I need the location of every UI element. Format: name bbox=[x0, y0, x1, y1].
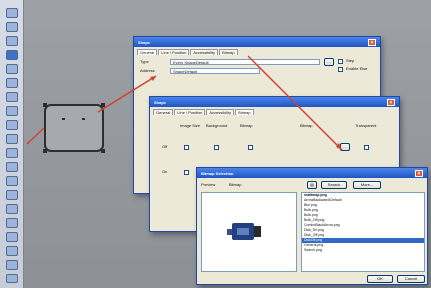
resize-handle[interactable] bbox=[43, 149, 47, 153]
align-tool-icon[interactable] bbox=[6, 232, 18, 242]
search-button[interactable]: Search bbox=[321, 181, 347, 189]
zoom-tool-icon[interactable] bbox=[6, 274, 18, 283]
slider-tool-icon[interactable] bbox=[6, 176, 18, 186]
column-header: Background bbox=[206, 123, 228, 128]
image-tool-icon[interactable] bbox=[6, 120, 18, 130]
folder-icon[interactable]: ▤ bbox=[307, 181, 317, 189]
dialog-titlebar[interactable]: Bitmap Selection × bbox=[197, 168, 427, 178]
column-header: Transparent bbox=[355, 123, 377, 128]
dialog-titlebar[interactable]: Shape × bbox=[134, 37, 380, 47]
tab-line-position[interactable]: Line / Position bbox=[174, 109, 206, 115]
step-label: Step bbox=[346, 58, 355, 63]
list-tool-icon[interactable] bbox=[6, 204, 18, 214]
button-tool-icon[interactable] bbox=[6, 106, 18, 116]
bitmap-selection-dialog: Bitmap Selection × Preview Bitmap ▤ Sear… bbox=[196, 167, 428, 285]
more-button[interactable]: More... bbox=[353, 181, 381, 189]
resize-handle[interactable] bbox=[101, 149, 105, 153]
resize-handle[interactable] bbox=[43, 103, 47, 107]
selected-shape[interactable] bbox=[43, 103, 105, 153]
step-checkbox[interactable] bbox=[338, 59, 343, 64]
close-icon[interactable]: × bbox=[368, 38, 376, 46]
cancel-button[interactable]: Cancel bbox=[397, 275, 425, 283]
address-label: Address bbox=[140, 68, 155, 73]
image-size-off-checkbox[interactable] bbox=[184, 145, 189, 150]
resize-handle[interactable] bbox=[101, 103, 105, 107]
type-field[interactable]: Every ShapeDefault bbox=[170, 59, 320, 65]
enable-checkbox[interactable] bbox=[338, 67, 343, 72]
bitmap-file-list[interactable]: ssbitmap.png ArrowBackward4Default Bkn.p… bbox=[301, 192, 425, 272]
group-tool-icon[interactable] bbox=[6, 218, 18, 228]
list-item[interactable]: Search.png bbox=[302, 248, 424, 253]
dialog-title: Shape bbox=[138, 39, 151, 45]
table-tool-icon[interactable] bbox=[6, 162, 18, 172]
preview-pane bbox=[201, 192, 297, 272]
tab-general[interactable]: General bbox=[137, 49, 158, 55]
preview-label: Preview bbox=[201, 182, 216, 187]
column-header: Image Size bbox=[180, 123, 201, 128]
tab-strip: General Line / Position Accessibility Bi… bbox=[150, 107, 399, 115]
row-label-off: Off bbox=[162, 144, 168, 149]
bitmap-off-checkbox[interactable] bbox=[248, 145, 253, 150]
tab-bitmap[interactable]: Bitmap bbox=[235, 109, 254, 115]
shape-mark bbox=[62, 118, 65, 120]
column-header: Bitmap bbox=[240, 123, 253, 128]
row-label-on: On bbox=[162, 169, 168, 174]
tab-accessibility[interactable]: Accessibility bbox=[206, 109, 235, 115]
enable-label: Enable Else bbox=[346, 66, 368, 71]
dialog-title: Bitmap Selection bbox=[201, 170, 234, 176]
line-tool-icon[interactable] bbox=[6, 78, 18, 88]
browse-button[interactable]: … bbox=[324, 58, 334, 66]
bitmap-off-browse-button[interactable]: … bbox=[340, 143, 350, 151]
image-size-on-checkbox[interactable] bbox=[184, 170, 189, 175]
shape-mark bbox=[82, 118, 85, 120]
close-icon[interactable]: × bbox=[387, 98, 395, 106]
tab-general[interactable]: General bbox=[153, 109, 174, 115]
close-icon[interactable]: × bbox=[415, 169, 423, 177]
column-header: Bitmap bbox=[300, 123, 313, 128]
tab-strip: General Line / Position Accessibility Bi… bbox=[134, 47, 380, 55]
checkbox-tool-icon[interactable] bbox=[6, 190, 18, 200]
polygon-tool-icon[interactable] bbox=[6, 92, 18, 102]
ellipse-tool-icon[interactable] bbox=[6, 64, 18, 74]
type-label: Type bbox=[140, 59, 149, 64]
tab-bitmap[interactable]: Bitmap bbox=[219, 49, 238, 55]
color-tool-icon[interactable] bbox=[6, 246, 18, 256]
rectangle-tool-icon[interactable] bbox=[6, 36, 18, 46]
bitmap-label: Bitmap bbox=[229, 182, 242, 187]
bitmap-preview-image bbox=[227, 223, 261, 240]
shape-tool-icon[interactable] bbox=[6, 50, 18, 60]
chart-tool-icon[interactable] bbox=[6, 148, 18, 158]
dialog-titlebar[interactable]: Shape × bbox=[150, 97, 399, 107]
background-off-checkbox[interactable] bbox=[214, 145, 219, 150]
text-tool-icon[interactable] bbox=[6, 22, 18, 32]
tab-line-position[interactable]: Line / Position bbox=[158, 49, 190, 55]
tab-accessibility[interactable]: Accessibility bbox=[190, 49, 219, 55]
drawing-toolbar bbox=[0, 0, 24, 288]
layer-tool-icon[interactable] bbox=[6, 260, 18, 270]
ok-button[interactable]: OK bbox=[367, 275, 393, 283]
transparent-off-checkbox[interactable] bbox=[364, 145, 369, 150]
pointer-tool-icon[interactable] bbox=[6, 8, 18, 18]
dialog-title: Shape bbox=[154, 99, 167, 105]
gauge-tool-icon[interactable] bbox=[6, 134, 18, 144]
address-field[interactable]: ShapeDefault bbox=[170, 68, 260, 74]
